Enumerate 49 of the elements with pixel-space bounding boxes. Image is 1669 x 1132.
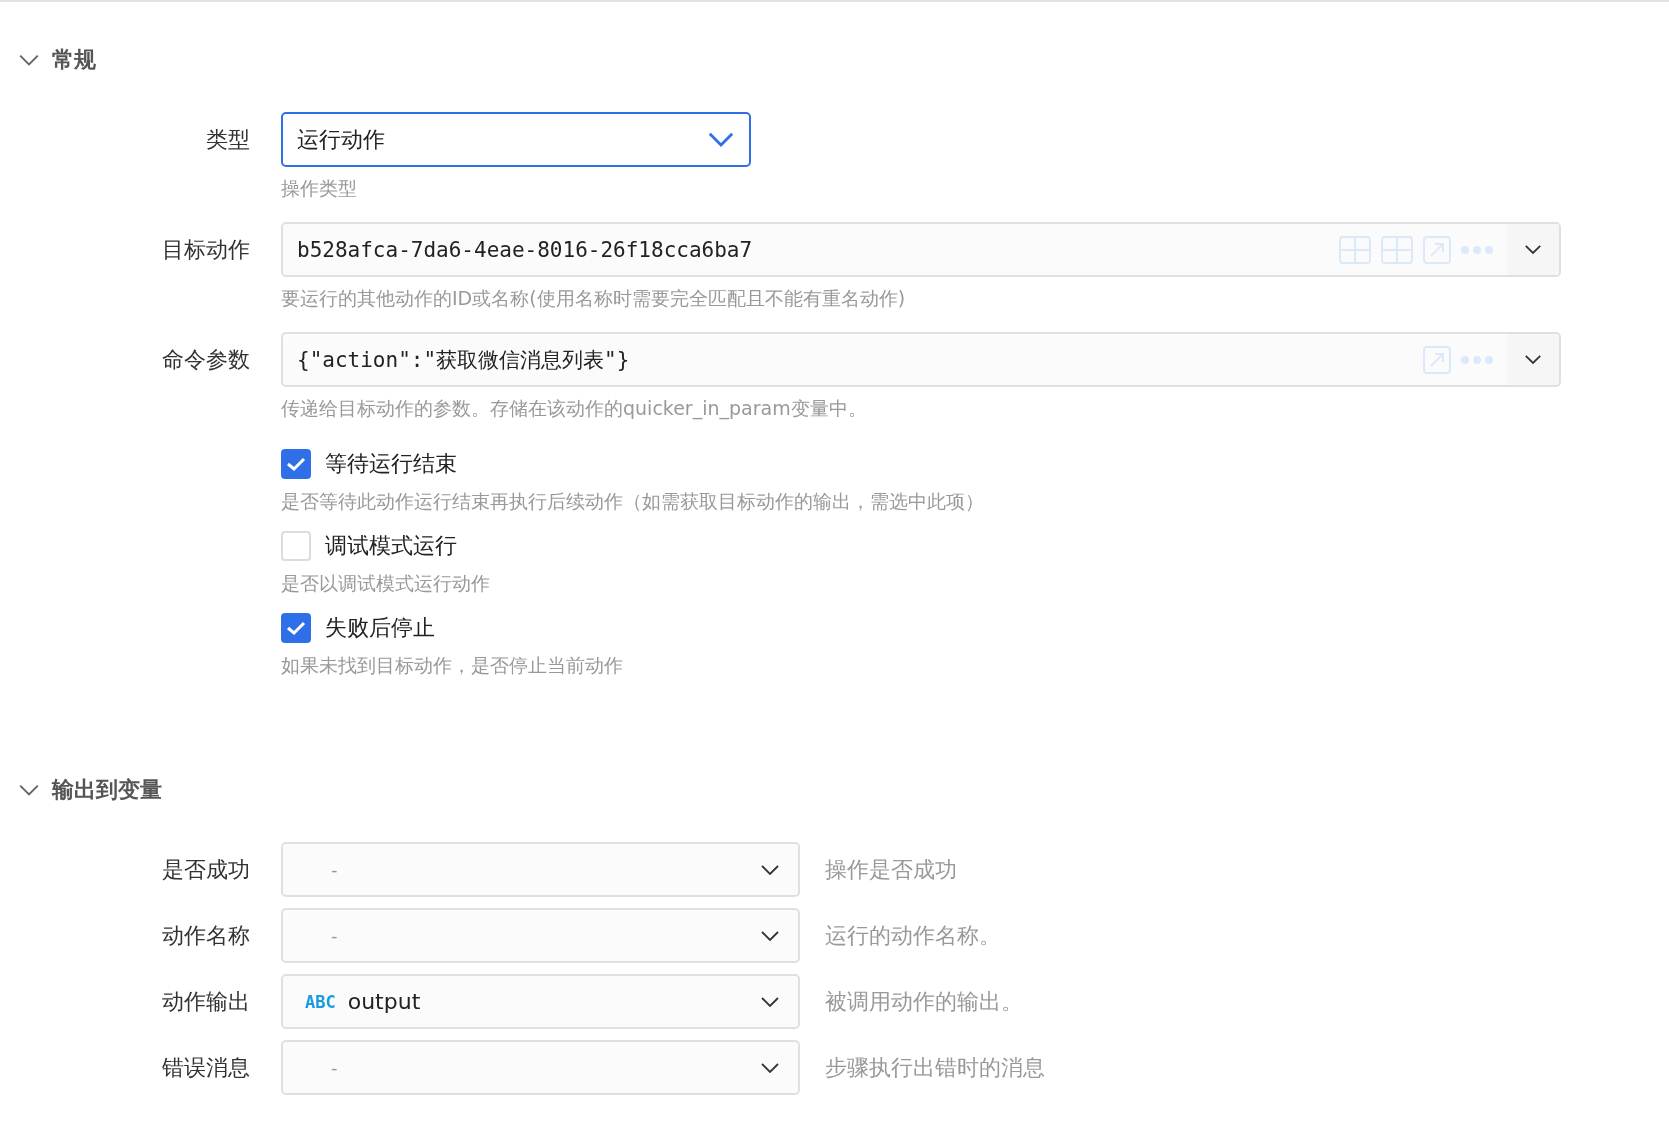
expand-icon[interactable]: [1423, 345, 1451, 374]
value-field[interactable]: b528afca-7da6-4eae-8016-26f18cca6ba7: [281, 222, 1561, 277]
output-label: 动作输出: [161, 987, 250, 1016]
checkbox-label: 等待运行结束: [325, 450, 457, 478]
chevron-down-icon: [760, 995, 780, 1008]
output-label: 是否成功: [161, 855, 250, 884]
output-hint: 被调用动作的输出。: [825, 987, 1024, 1016]
chevron-down-icon: [760, 863, 780, 876]
grid-icon[interactable]: [1339, 235, 1371, 264]
output-label: 动作名称: [161, 921, 250, 950]
type-label: ABC: [305, 991, 336, 1012]
field-label: 类型: [205, 126, 250, 154]
expand-icon[interactable]: [1423, 235, 1451, 264]
checkmark-icon: [286, 456, 306, 472]
chevron-down-icon: [760, 929, 780, 942]
output-hint: 操作是否成功: [825, 855, 958, 884]
value-field[interactable]: {"action":"获取微信消息列表"}: [281, 332, 1561, 387]
field-hint: 要运行的其他动作的ID或名称(使用名称时需要完全匹配且不能有重名动作): [281, 286, 907, 311]
section-title[interactable]: 输出到变量: [52, 775, 162, 805]
dropdown-toggle[interactable]: [1507, 224, 1559, 275]
checkbox-hint: 如果未找到目标动作，是否停止当前动作: [281, 653, 624, 678]
chevron-down-icon: [707, 131, 735, 148]
field-label: 命令参数: [161, 346, 250, 374]
collapse-icon[interactable]: [18, 53, 40, 67]
more-icon[interactable]: [1461, 355, 1493, 364]
dropdown-toggle[interactable]: [1507, 334, 1559, 385]
checkbox-hint: 是否等待此动作运行结束再执行后续动作（如需获取目标动作的输出，需选中此项）: [281, 489, 985, 514]
field-hint: 操作类型: [281, 176, 358, 201]
field-label: 目标动作: [161, 236, 250, 264]
output-hint: 步骤执行出错时的消息: [825, 1053, 1046, 1082]
variable-dropdown[interactable]: ABC output: [281, 974, 800, 1029]
chevron-down-icon: [1524, 244, 1542, 255]
field-hint: 传递给目标动作的参数。存储在该动作的quicker_in_param变量中。: [281, 396, 868, 422]
checkbox-hint: 是否以调试模式运行动作: [281, 571, 491, 596]
section-title[interactable]: 常规: [52, 45, 96, 75]
chevron-down-icon: [760, 1061, 780, 1074]
more-icon[interactable]: [1461, 245, 1493, 254]
collapse-icon[interactable]: [18, 783, 40, 797]
output-hint: 运行的动作名称。: [825, 921, 1002, 950]
checkbox[interactable]: [281, 531, 311, 561]
checkbox-label: 调试模式运行: [325, 532, 457, 560]
output-label: 错误消息: [161, 1053, 250, 1082]
grid-icon[interactable]: [1381, 235, 1413, 264]
chevron-down-icon: [1524, 354, 1542, 365]
checkbox-label: 失败后停止: [325, 614, 435, 642]
checkbox[interactable]: [281, 449, 311, 479]
checkmark-icon: [286, 620, 306, 636]
checkbox[interactable]: [281, 613, 311, 643]
type-dropdown[interactable]: 运行动作: [281, 112, 751, 167]
